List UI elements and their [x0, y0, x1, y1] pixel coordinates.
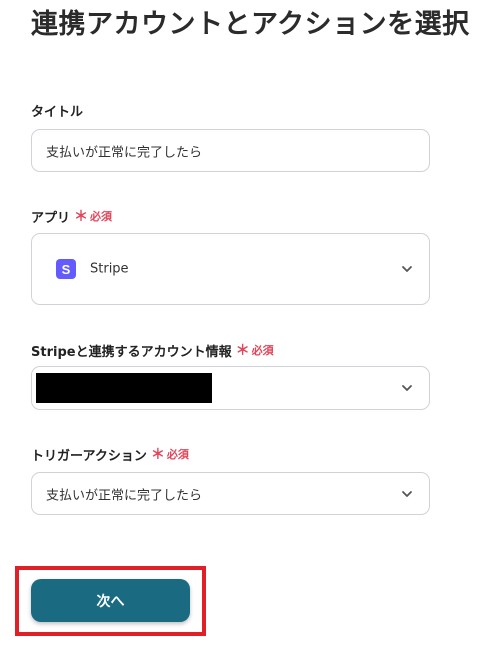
trigger-action-value: 支払いが正常に完了したら — [46, 488, 203, 503]
title-input[interactable]: 支払いが正常に完了したら — [31, 129, 430, 172]
app-select[interactable]: S Stripe — [31, 233, 430, 305]
app-label-text: アプリ — [31, 210, 71, 226]
title-label: タイトル — [31, 101, 83, 120]
required-badge: 必須 — [251, 344, 274, 357]
required-badge: 必須 — [90, 210, 113, 223]
title-input-value: 支払いが正常に完了したら — [46, 145, 203, 160]
page-title: 連携アカウントとアクションを選択 — [31, 9, 470, 40]
account-label: Stripeと連携するアカウント情報 ＊ 必須 — [31, 340, 274, 360]
chevron-down-icon — [401, 263, 413, 275]
app-select-value: Stripe — [90, 261, 129, 277]
title-label-text: タイトル — [31, 105, 84, 120]
trigger-action-select[interactable]: 支払いが正常に完了したら — [31, 472, 430, 515]
next-button[interactable]: 次へ — [31, 579, 190, 622]
stripe-logo-icon: S — [56, 259, 76, 279]
chevron-down-icon — [401, 488, 413, 500]
required-badge: 必須 — [166, 448, 189, 461]
trigger-action-label-text: トリガーアクション — [31, 448, 147, 464]
required-asterisk: ＊ — [150, 447, 165, 463]
redacted-account-value — [36, 373, 212, 403]
app-label: アプリ ＊ 必須 — [31, 206, 112, 226]
required-asterisk: ＊ — [235, 343, 250, 359]
trigger-action-label: トリガーアクション ＊ 必須 — [31, 444, 189, 464]
account-select[interactable] — [31, 366, 430, 410]
account-label-text: Stripeと連携するアカウント情報 — [31, 344, 232, 360]
chevron-down-icon — [401, 382, 413, 394]
required-asterisk: ＊ — [74, 209, 89, 225]
